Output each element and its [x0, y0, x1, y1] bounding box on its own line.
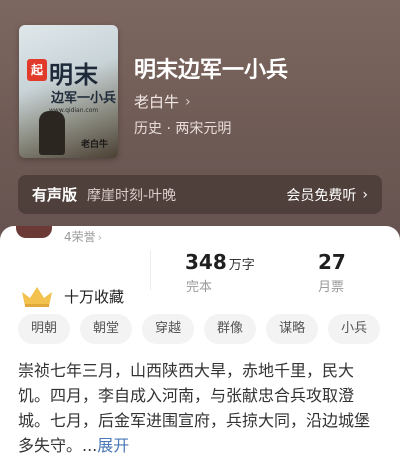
- book-title: 明末边军一小兵: [134, 58, 289, 83]
- book-cover[interactable]: 起 明末 边军一小兵 www.qidian.com 老白牛: [19, 25, 118, 158]
- chevron-right-icon: ›: [362, 186, 368, 203]
- book-genre: 历史 · 两宋元明: [134, 121, 232, 137]
- stats-divider: [150, 250, 151, 290]
- chevron-right-icon: ›: [97, 231, 103, 244]
- honor-label: 4荣誉: [64, 230, 96, 244]
- collection-label: 十万收藏: [64, 288, 125, 306]
- vip-free-listen-label: 会员免费听: [286, 187, 357, 204]
- cover-badge: 起: [27, 59, 47, 81]
- tag-chip[interactable]: 穿越: [142, 314, 195, 344]
- tag-chip[interactable]: 明朝: [18, 314, 71, 344]
- vip-free-listen-button[interactable]: 会员免费听 ›: [286, 185, 368, 205]
- author-name: 老白牛: [134, 93, 180, 111]
- monthly-ticket-label: 月票: [318, 280, 345, 295]
- cover-rider-figure: [39, 111, 65, 155]
- honor-link[interactable]: 4荣誉 ›: [64, 228, 102, 245]
- cover-url: www.qidian.com: [49, 107, 99, 114]
- chevron-right-icon: ›: [185, 93, 191, 110]
- tag-chip[interactable]: 谋略: [266, 314, 319, 344]
- honor-avatar: [16, 226, 52, 238]
- cover-title: 明末: [49, 60, 99, 89]
- tag-chip[interactable]: 小兵: [328, 314, 381, 344]
- completion-status: 完本: [186, 280, 213, 295]
- tag-chip[interactable]: 群像: [204, 314, 257, 344]
- audio-version-bar[interactable]: 有声版 摩崖时刻-叶晚 会员免费听 ›: [18, 175, 382, 214]
- intro-text: 崇祯七年三月，山西陕西大旱，赤地千里，民大饥。四月，李自成入河南，与张献忠合兵攻…: [18, 361, 371, 455]
- word-count-unit: 万字: [228, 258, 255, 273]
- book-intro: 崇祯七年三月，山西陕西大旱，赤地千里，民大饥。四月，李自成入河南，与张献忠合兵攻…: [18, 358, 384, 458]
- cover-author: 老白牛: [81, 140, 109, 150]
- crown-icon: [22, 287, 52, 307]
- expand-intro-link[interactable]: 展开: [97, 436, 129, 455]
- word-count-value: 348: [185, 250, 227, 274]
- word-count: 348 万字: [185, 250, 255, 274]
- audio-label: 有声版: [32, 186, 78, 204]
- book-header: 起 明末 边军一小兵 www.qidian.com 老白牛 明末边军一小兵 老白…: [0, 0, 400, 240]
- monthly-ticket-count: 27: [318, 250, 346, 274]
- tag-list: 明朝 朝堂 穿越 群像 谋略 小兵: [18, 314, 381, 344]
- book-info-card: 4荣誉 › 十万收藏 348 万字 完本 27 月票 明朝 朝堂 穿越 群像 谋略 …: [0, 226, 400, 468]
- tag-chip[interactable]: 朝堂: [80, 314, 133, 344]
- cover-subtitle: 边军一小兵: [51, 91, 117, 106]
- author-link[interactable]: 老白牛 ›: [134, 91, 191, 112]
- audio-narrator: 摩崖时刻-叶晚: [87, 187, 177, 204]
